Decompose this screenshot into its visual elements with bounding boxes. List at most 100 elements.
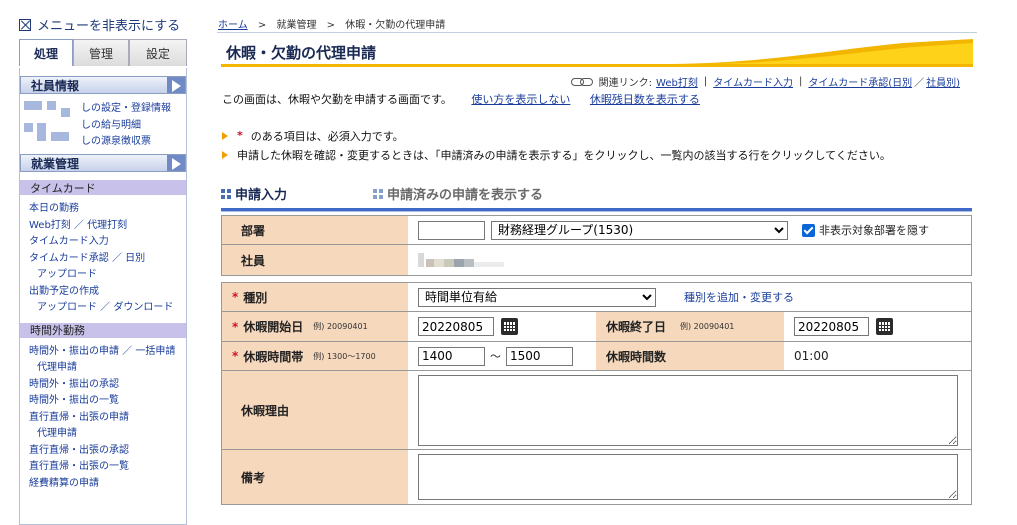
page-description: この画面は、休暇や欠勤を申請する画面です。 使い方を表示しない 休暇残日数を表示… [222, 91, 700, 107]
sidebar-nav-link[interactable]: 経費精算の申請 [20, 476, 186, 493]
sidebar-nav-link[interactable]: タイムカード入力 [20, 234, 186, 251]
sidebar-nav-link[interactable]: 直行直帰・出張の承認 [20, 443, 186, 460]
section-tabs: 申請入力 申請済みの申請を表示する [221, 184, 543, 203]
sidebar-nav-link[interactable]: 時間外・振出の承認 [20, 377, 186, 394]
note-required: * のある項目は、必須入力です。 [222, 126, 891, 145]
breadcrumb-divider [217, 32, 977, 33]
title-underline [221, 64, 973, 67]
end-date-input[interactable] [794, 317, 869, 336]
tab-settings[interactable]: 設定 [129, 39, 187, 66]
related-link-web-punch[interactable]: Web打刻 [656, 74, 698, 89]
row-type: * 種別 時間単位有給 種別を追加・変更する [222, 283, 971, 312]
sidebar-panel: 社員情報 しの設定・登録情報 しの給与明細 しの源泉徴収票 就業管理 タイムカー… [19, 68, 187, 525]
sidebar: メニューを非表示にする 処理 管理 設定 社員情報 しの設定・登録情報 しの給与… [0, 0, 192, 525]
time-to-input[interactable] [506, 346, 573, 366]
notes: * のある項目は、必須入力です。 申請した休暇を確認・変更するときは、「申請済み… [222, 126, 891, 164]
reason-textarea[interactable] [418, 374, 958, 446]
bullet-arrow-icon [222, 150, 228, 159]
expand-arrow-icon [172, 80, 181, 92]
note-confirm: 申請した休暇を確認・変更するときは、「申請済みの申請を表示する」をクリックし、一… [222, 145, 891, 164]
show-remaining-days-link[interactable]: 休暇残日数を表示する [590, 93, 700, 106]
time-range-label: * 休暇時間帯 例) 1300〜1700 [222, 342, 408, 370]
row-department: 部署 財務経理グループ(1530) 非表示対象部署を隠す [222, 216, 971, 245]
related-link-timecard-approval-daily[interactable]: タイムカード承認(日別 [808, 74, 912, 89]
overtime-links: 時間外・振出の申請 ／ 一括申請 代理申請 時間外・振出の承認 時間外・振出の一覧 直行… [20, 344, 186, 493]
nav-link-payslip[interactable]: しの給与明細 [81, 118, 171, 135]
sidebar-nav-link[interactable]: 出勤予定の作成 [20, 284, 186, 301]
hide-department-label: 非表示対象部署を隠す [819, 224, 929, 237]
hide-menu-link[interactable]: メニューを非表示にする [19, 15, 180, 34]
sidebar-nav-link[interactable]: アップロード [20, 267, 186, 284]
description-text: この画面は、休暇や欠勤を申請する画面です。 [222, 93, 452, 106]
page-title: 休暇・欠勤の代理申請 [226, 44, 377, 62]
page-title-bar: 休暇・欠勤の代理申請 [221, 39, 973, 66]
edit-leave-type-link[interactable]: 種別を追加・変更する [684, 289, 794, 305]
sidebar-nav-link[interactable]: 時間外・振出の申請 ／ 一括申請 [20, 344, 186, 361]
hide-department-checkbox[interactable] [802, 223, 815, 237]
tab-show-submitted[interactable]: 申請済みの申請を表示する [373, 184, 543, 203]
nav-link-profile[interactable]: しの設定・登録情報 [81, 101, 171, 118]
bullet-arrow-icon [222, 131, 228, 140]
start-date-calendar-icon[interactable] [501, 318, 518, 335]
type-label: * 種別 [222, 283, 408, 311]
sidebar-nav-link[interactable]: 直行直帰・出張の一覧 [20, 459, 186, 476]
remarks-textarea[interactable] [418, 454, 958, 500]
tab-manage[interactable]: 管理 [73, 39, 129, 66]
sidebar-nav-link[interactable]: 時間外・振出の一覧 [20, 393, 186, 410]
work-section-header[interactable]: 就業管理 [20, 154, 186, 172]
end-date-calendar-icon[interactable] [876, 318, 893, 335]
tab-application-input[interactable]: 申請入力 [221, 184, 287, 203]
hours-label: 休暇時間数 [596, 342, 784, 370]
timecard-subheader: タイムカード [20, 180, 186, 195]
employee-section-header[interactable]: 社員情報 [20, 76, 186, 94]
link-chain-icon [570, 77, 593, 86]
remarks-label: 備考 [222, 450, 408, 504]
end-date-label: 休暇終了日 例) 20090401 [596, 312, 784, 341]
breadcrumb-home-link[interactable]: ホーム [218, 20, 248, 31]
sidebar-nav-link[interactable]: タイムカード承認 ／ 日別 [20, 251, 186, 268]
breadcrumb-work: 就業管理 [276, 20, 317, 31]
tile-decoration-icon [24, 101, 42, 110]
sidebar-tabs: 処理 管理 設定 [19, 39, 187, 66]
related-link-by-employee[interactable]: 社員別) [926, 74, 960, 89]
related-label: 関連リンク: [598, 78, 653, 89]
sidebar-nav-link[interactable]: 直行直帰・出張の申請 [20, 410, 186, 427]
employee-links-area: しの設定・登録情報 しの給与明細 しの源泉徴収票 [20, 94, 186, 150]
start-date-label: * 休暇開始日 例) 20090401 [222, 312, 408, 341]
nav-link-withholding[interactable]: しの源泉徴収票 [81, 134, 171, 151]
overtime-subheader: 時間外勤務 [20, 322, 186, 338]
related-link-timecard-input[interactable]: タイムカード入力 [713, 74, 793, 89]
work-section-title: 就業管理 [31, 156, 80, 171]
row-reason: 休暇理由 [222, 371, 971, 450]
breadcrumb-current: 休暇・欠勤の代理申請 [345, 20, 446, 31]
tab-process[interactable]: 処理 [19, 39, 73, 66]
start-date-input[interactable] [418, 317, 494, 336]
form-block-leave: * 種別 時間単位有給 種別を追加・変更する * 休暇開始日 例) 200904… [221, 282, 972, 505]
timecard-links: 本日の勤務 Web打刻 ／ 代理打刻 タイムカード入力 タイムカード承認 ／ 日別 アッ… [20, 201, 186, 317]
row-dates: * 休暇開始日 例) 20090401 休暇終了日 例) 20090401 [222, 312, 971, 342]
sidebar-nav-link[interactable]: Web打刻 ／ 代理打刻 [20, 218, 186, 235]
row-time: * 休暇時間帯 例) 1300〜1700 〜 休暇時間数 01:00 [222, 342, 971, 371]
sidebar-nav-link[interactable]: 本日の勤務 [20, 201, 186, 218]
expand-arrow-icon [172, 158, 181, 170]
main-content: ホーム > 就業管理 > 休暇・欠勤の代理申請 休暇・欠勤の代理申請 関連リンク… [217, 0, 977, 525]
sidebar-nav-link[interactable]: 代理申請 [20, 360, 186, 377]
employee-section-title: 社員情報 [31, 78, 80, 93]
form-block-target: 部署 財務経理グループ(1530) 非表示対象部署を隠す 社員 [221, 215, 972, 276]
sidebar-nav-link[interactable]: 代理申請 [20, 426, 186, 443]
close-box-icon [19, 18, 31, 31]
row-employee: 社員 [222, 245, 971, 275]
hours-value: 01:00 [784, 342, 971, 370]
leave-type-select[interactable]: 時間単位有給 [418, 287, 656, 307]
related-links: 関連リンク: Web打刻 | タイムカード入力 | タイムカード承認(日別 ／ … [570, 74, 960, 89]
time-from-input[interactable] [418, 346, 485, 366]
hide-usage-link[interactable]: 使い方を表示しない [471, 93, 570, 106]
reason-label: 休暇理由 [222, 371, 408, 449]
department-label: 部署 [222, 216, 408, 244]
department-code-input[interactable] [418, 220, 485, 240]
row-remarks: 備考 [222, 450, 971, 504]
employee-links: しの設定・登録情報 しの給与明細 しの源泉徴収票 [81, 101, 171, 151]
title-decoration [673, 39, 973, 64]
sidebar-nav-link[interactable]: アップロード ／ ダウンロード [20, 300, 186, 317]
department-select[interactable]: 財務経理グループ(1530) [491, 220, 788, 240]
